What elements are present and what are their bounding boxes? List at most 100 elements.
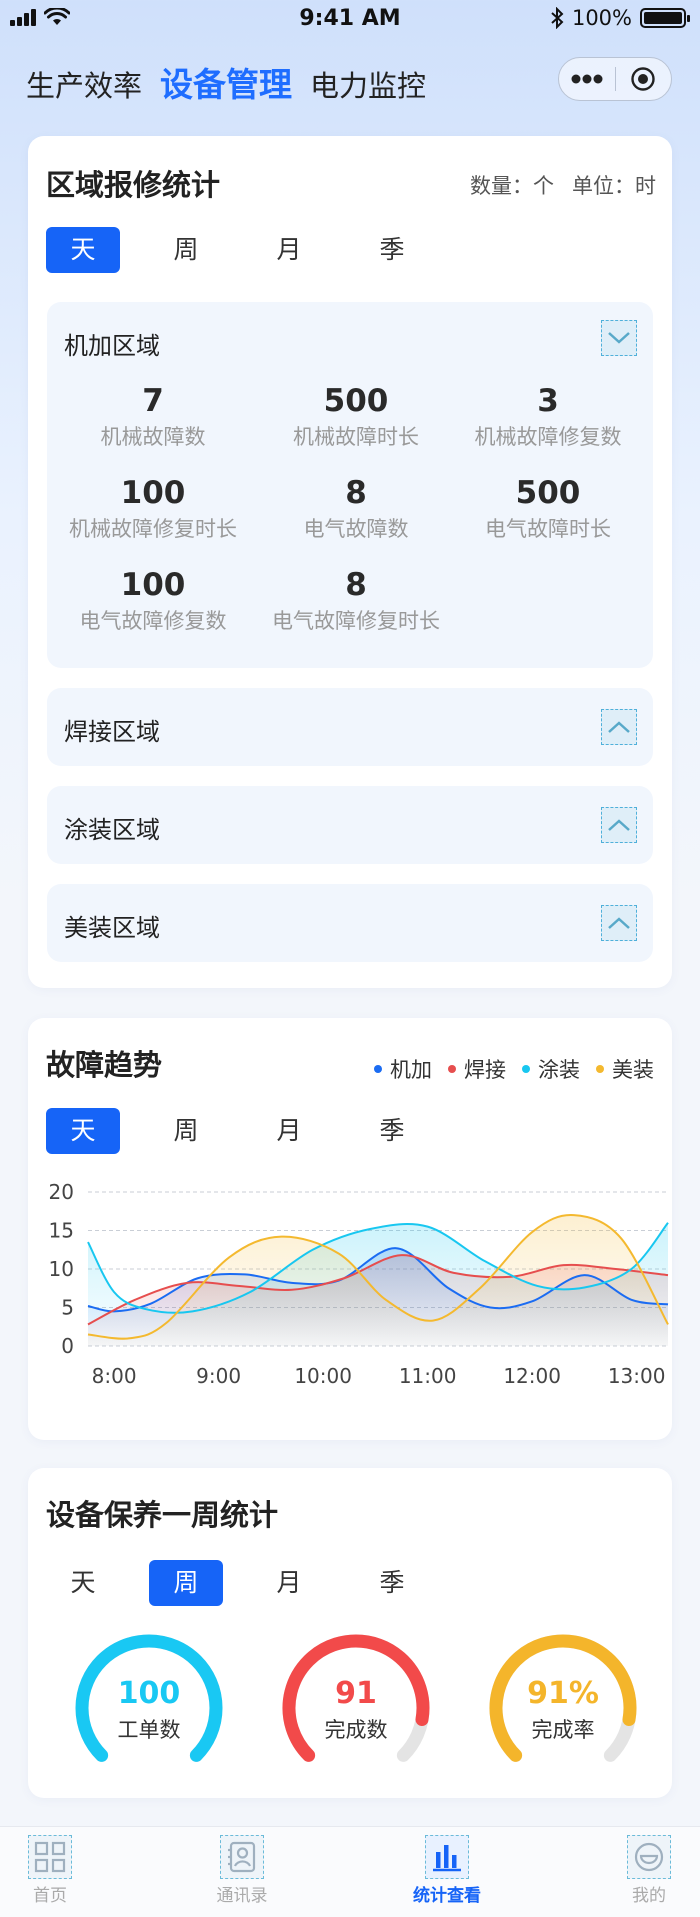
chevron-up-icon <box>608 917 630 929</box>
x-tick-label: 13:00 <box>608 1364 666 1388</box>
repair-stats-card: 区域报修统计 数量：个 单位：时 天 周 月 季 机加区域 7 机械故障数 50… <box>28 136 672 988</box>
legend-item-machining: 机加 <box>374 1054 432 1084</box>
expand-toggle[interactable] <box>601 709 637 745</box>
x-tick-label: 11:00 <box>399 1364 457 1388</box>
tabbar-contacts[interactable]: 通讯录 <box>182 1835 302 1906</box>
top-nav: 生产效率 设备管理 电力监控 <box>26 58 426 106</box>
unit-time: 单位：时 <box>572 174 656 198</box>
area-panel-welding[interactable]: 焊接区域 <box>47 688 653 766</box>
gauge-value: 91 <box>335 1676 377 1711</box>
gauge-completed: 91 完成数 <box>276 1628 436 1788</box>
stat-item: 7 机械故障数 <box>100 383 206 449</box>
expand-toggle[interactable] <box>601 807 637 843</box>
chevron-up-icon <box>608 819 630 831</box>
x-tick-label: 9:00 <box>196 1364 241 1388</box>
tabbar-label: 统计查看 <box>413 1886 481 1906</box>
area-panel-painting[interactable]: 涂装区域 <box>47 786 653 864</box>
battery-percent: 100% <box>571 6 632 30</box>
tab-month[interactable]: 月 <box>252 1108 326 1154</box>
more-dots-icon <box>571 74 603 84</box>
contacts-icon <box>220 1835 264 1879</box>
y-tick-label: 15 <box>49 1219 74 1243</box>
chart-legend: 机加 焊接 涂装 美装 <box>374 1054 654 1084</box>
tab-quarter[interactable]: 季 <box>355 227 429 273</box>
repair-card-title: 区域报修统计 <box>46 168 221 202</box>
area-name: 涂装区域 <box>64 816 160 844</box>
tab-quarter[interactable]: 季 <box>355 1108 429 1154</box>
legend-dot <box>522 1065 530 1073</box>
stat-item: 3 机械故障修复数 <box>474 383 622 449</box>
expand-toggle[interactable] <box>601 905 637 941</box>
nav-production-efficiency[interactable]: 生产效率 <box>26 63 142 105</box>
trend-card-title: 故障趋势 <box>46 1048 163 1082</box>
tabbar-label: 通讯录 <box>216 1886 268 1906</box>
close-mini-program-button[interactable] <box>615 58 671 100</box>
area-panel-finishing[interactable]: 美装区域 <box>47 884 653 962</box>
stat-item: 500 电气故障时长 <box>485 475 611 541</box>
home-grid-icon <box>28 1835 72 1879</box>
tab-week[interactable]: 周 <box>149 227 223 273</box>
unit-count: 数量：个 <box>470 174 554 198</box>
y-tick-label: 5 <box>61 1296 74 1320</box>
stat-item: 500 机械故障时长 <box>293 383 419 449</box>
chevron-down-icon <box>608 332 630 344</box>
legend-item-welding: 焊接 <box>448 1054 506 1084</box>
tabbar-home[interactable]: 首页 <box>0 1835 110 1906</box>
fault-trend-card: 故障趋势 机加 焊接 涂装 美装 天 周 月 季 0 5 10 15 20 8:00 9:0… <box>28 1018 672 1440</box>
gauge-work-orders: 100 工单数 <box>69 1628 229 1788</box>
chevron-up-icon <box>608 721 630 733</box>
tabbar-profile[interactable]: 我的 <box>589 1835 700 1906</box>
tab-quarter[interactable]: 季 <box>355 1560 429 1606</box>
status-bar: 9:41 AM 100% <box>0 0 700 40</box>
x-tick-label: 8:00 <box>92 1364 137 1388</box>
legend-item-finishing: 美装 <box>596 1054 654 1084</box>
area-name: 美装区域 <box>64 914 160 942</box>
y-tick-label: 0 <box>61 1334 74 1358</box>
tab-day[interactable]: 天 <box>46 1108 120 1154</box>
legend-dot <box>596 1065 604 1073</box>
legend-dot <box>448 1065 456 1073</box>
tabbar-label: 首页 <box>33 1886 67 1906</box>
gauge-value: 100 <box>117 1676 181 1711</box>
gauge-value: 91% <box>527 1676 599 1711</box>
unit-info: 数量：个 单位：时 <box>470 170 656 200</box>
bottom-tab-bar: 首页 通讯录 统计查看 我的 <box>0 1826 700 1917</box>
legend-dot <box>374 1065 382 1073</box>
stat-item: 100 电气故障修复数 <box>79 567 227 633</box>
maintenance-period-tabs: 天 周 月 季 <box>46 1560 458 1606</box>
tab-week[interactable]: 周 <box>149 1560 223 1606</box>
stat-item: 8 电气故障数 <box>303 475 409 541</box>
stat-item: 8 电气故障修复时长 <box>272 567 440 633</box>
area-name: 焊接区域 <box>64 718 160 746</box>
tab-month[interactable]: 月 <box>252 1560 326 1606</box>
trend-period-tabs: 天 周 月 季 <box>46 1108 458 1154</box>
x-tick-label: 10:00 <box>294 1364 352 1388</box>
tab-day[interactable]: 天 <box>46 227 120 273</box>
legend-item-painting: 涂装 <box>522 1054 580 1084</box>
fault-trend-chart: 0 5 10 15 20 8:00 9:00 10:00 11:00 12:00 13:00 <box>49 1180 669 1388</box>
nav-equipment-management[interactable]: 设备管理 <box>160 58 292 106</box>
gauge-label: 完成率 <box>531 1718 595 1742</box>
gauge-label: 完成数 <box>324 1718 388 1742</box>
tab-day[interactable]: 天 <box>46 1560 120 1606</box>
target-icon <box>631 67 655 91</box>
tab-week[interactable]: 周 <box>149 1108 223 1154</box>
tabbar-label: 我的 <box>632 1886 666 1906</box>
collapse-toggle[interactable] <box>601 320 637 356</box>
x-tick-label: 12:00 <box>503 1364 561 1388</box>
stat-item: 100 机械故障修复时长 <box>69 475 237 541</box>
mini-program-capsule <box>558 57 672 101</box>
maintenance-card: 设备保养一周统计 天 周 月 季 100 工单数 91 完成数 91% 完成率 <box>28 1468 672 1798</box>
tab-month[interactable]: 月 <box>252 227 326 273</box>
battery-icon <box>640 8 690 28</box>
gauge-label: 工单数 <box>117 1718 181 1742</box>
more-button[interactable] <box>559 58 615 100</box>
area-panel-machining: 机加区域 7 机械故障数 500 机械故障时长 3 机械故障修复数 100 机械… <box>47 302 653 668</box>
gauge-completion-rate: 91% 完成率 <box>483 1628 643 1788</box>
maintenance-card-title: 设备保养一周统计 <box>46 1498 279 1532</box>
bluetooth-icon <box>551 7 564 29</box>
repair-period-tabs: 天 周 月 季 <box>46 227 458 273</box>
y-tick-label: 10 <box>49 1257 74 1281</box>
tabbar-statistics[interactable]: 统计查看 <box>387 1835 507 1906</box>
nav-power-monitoring[interactable]: 电力监控 <box>310 63 426 105</box>
